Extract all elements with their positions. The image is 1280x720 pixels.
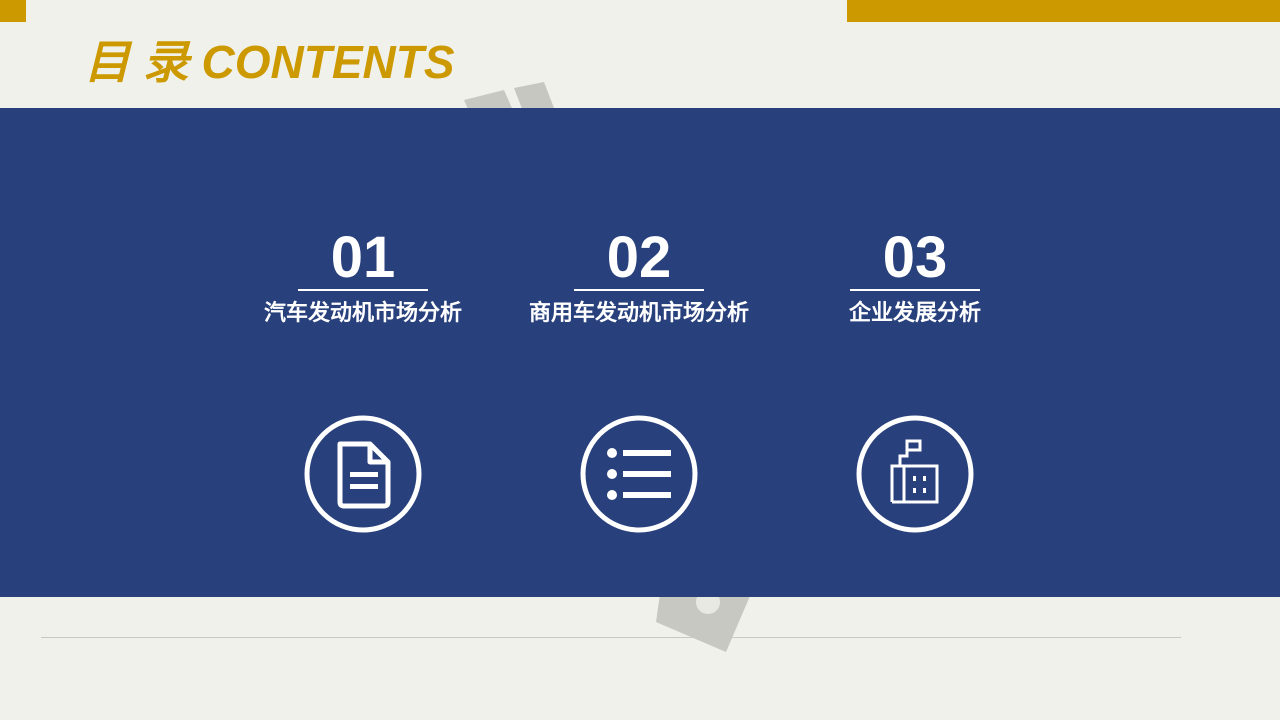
item-underline	[850, 289, 980, 291]
bottom-divider	[41, 637, 1181, 638]
item-title: 企业发展分析	[848, 301, 981, 326]
item-number: 01	[330, 225, 396, 290]
top-accent-bar-left	[0, 0, 26, 22]
list-icon	[580, 415, 698, 533]
contents-item-1[interactable]: 01 汽车发动机市场分析	[223, 226, 503, 666]
contents-item-3[interactable]: 03 企业发展分析	[775, 226, 1055, 666]
item-title: 汽车发动机市场分析	[263, 301, 462, 326]
item-number: 03	[882, 225, 948, 290]
top-accent-bar-right	[847, 0, 1280, 22]
document-icon	[304, 415, 422, 533]
item-number: 02	[606, 225, 672, 290]
building-icon	[856, 415, 974, 533]
item-underline	[574, 289, 704, 291]
page-title: 目 录 CONTENTS	[84, 36, 455, 88]
contents-item-2[interactable]: 02 商用车发动机市场分析	[499, 226, 779, 666]
item-title: 商用车发动机市场分析	[528, 301, 749, 326]
item-underline	[298, 289, 428, 291]
